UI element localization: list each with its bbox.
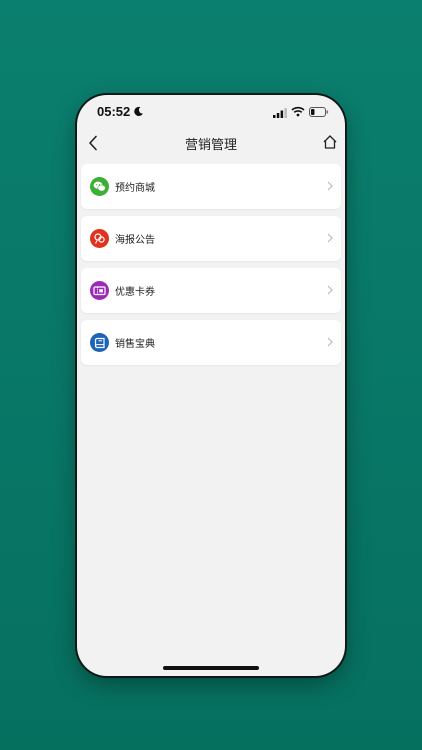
moon-icon [134, 106, 143, 117]
menu-item-label: 海报公告 [115, 235, 155, 246]
home-icon[interactable] [322, 134, 338, 150]
cellular-signal-icon [273, 108, 287, 118]
status-time: 05:52 [97, 104, 131, 119]
chevron-right-icon [327, 285, 333, 295]
chevron-right-icon [327, 337, 333, 347]
menu-item-label: 预约商城 [115, 183, 155, 194]
menu-item-label: 优惠卡券 [115, 287, 155, 298]
book-icon [90, 333, 109, 352]
menu-item-label: 销售宝典 [115, 339, 155, 350]
wechat-icon [90, 177, 109, 196]
navigation-bar: 营销管理 [77, 129, 345, 157]
menu-list: 预约商城 海报公告 优惠卡券 销售宝典 [81, 164, 341, 372]
menu-item-poster-notice[interactable]: 海报公告 [81, 216, 341, 261]
phone-frame: 05:52 营销管理 预约商城 海报公告 优惠卡券 销售宝典 [77, 95, 345, 676]
chevron-right-icon [327, 233, 333, 243]
chevron-right-icon [327, 181, 333, 191]
poster-icon [90, 229, 109, 248]
home-indicator[interactable] [163, 666, 259, 670]
battery-icon [309, 107, 329, 117]
wifi-icon [291, 106, 305, 117]
page-title: 营销管理 [184, 138, 237, 153]
coupon-icon [90, 281, 109, 300]
status-bar: 05:52 [77, 95, 345, 129]
menu-item-sales-handbook[interactable]: 销售宝典 [81, 320, 341, 365]
menu-item-coupons[interactable]: 优惠卡券 [81, 268, 341, 313]
menu-item-booking-mall[interactable]: 预约商城 [81, 164, 341, 209]
